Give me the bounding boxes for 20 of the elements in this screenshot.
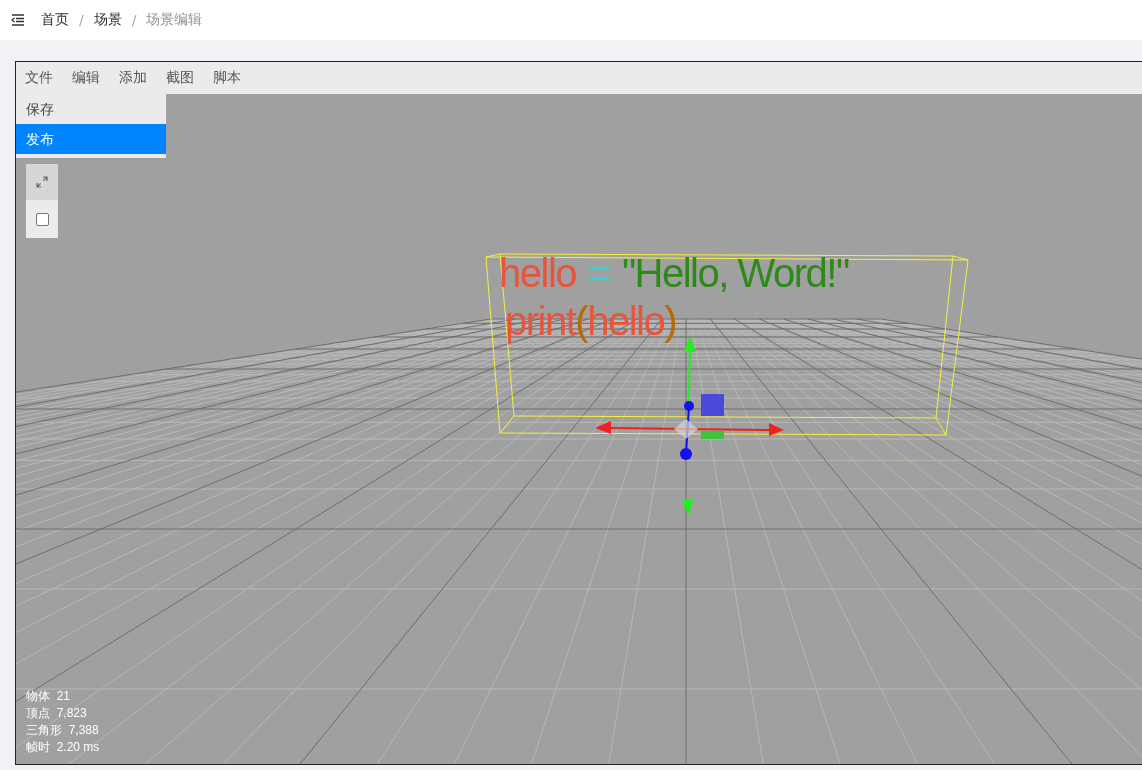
checkbox[interactable] xyxy=(35,212,49,226)
menu-item[interactable]: 编辑 xyxy=(72,69,100,87)
breadcrumb-link[interactable]: 场景 xyxy=(93,11,122,29)
menu-item[interactable]: 脚本 xyxy=(213,69,241,87)
render-stat: 帧时 2.20 ms xyxy=(26,739,100,756)
menu-item[interactable]: 截图 xyxy=(166,69,194,87)
menu-fold-icon[interactable] xyxy=(11,14,25,26)
breadcrumb-separator: / xyxy=(131,12,137,28)
render-stat: 顶点 7,823 xyxy=(26,705,88,722)
render-stat: 三角形 7,388 xyxy=(26,722,100,739)
dropdown-item[interactable]: 发布 xyxy=(16,124,166,154)
3d-text: hello = "Hello, Word!" xyxy=(499,250,849,297)
breadcrumb-link[interactable]: 首页 xyxy=(41,11,69,29)
expand-icon xyxy=(36,176,48,188)
breadcrumb-separator: / xyxy=(79,12,84,28)
menu-item[interactable]: 添加 xyxy=(119,69,147,87)
render-stat: 物体 21 xyxy=(26,688,71,705)
3d-text: print(hello) xyxy=(505,298,677,345)
menu-item[interactable]: 文件 xyxy=(25,69,53,87)
dropdown-item[interactable]: 保存 xyxy=(16,94,166,124)
